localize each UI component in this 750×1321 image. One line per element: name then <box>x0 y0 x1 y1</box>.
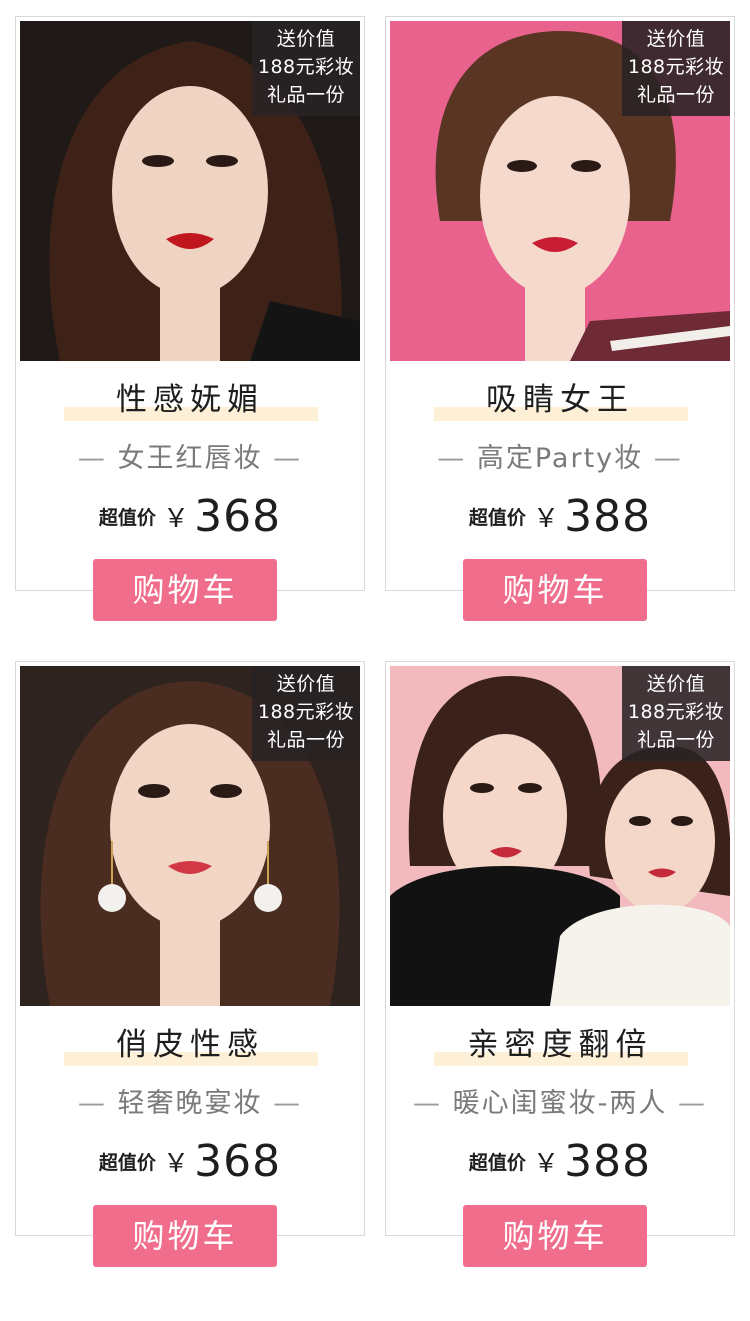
product-title: 吸睛女王 <box>486 382 634 418</box>
product-photo[interactable]: 送价值 188元彩妆 礼品一份 <box>390 666 730 1006</box>
product-card-2: 送价值 188元彩妆 礼品一份 吸睛女王 — 高定Party妆 — 超值价 ￥ … <box>385 16 735 591</box>
product-subtitle: — 女王红唇妆 — <box>16 441 364 477</box>
currency-symbol: ￥ <box>533 1149 560 1179</box>
product-photo[interactable]: 送价值 188元彩妆 礼品一份 <box>390 21 730 361</box>
product-card-4: 送价值 188元彩妆 礼品一份 亲密度翻倍 — 暖心闺蜜妆-两人 — 超值价 ￥… <box>385 661 735 1236</box>
price-value: 368 <box>194 1136 282 1187</box>
dash-left-icon: — <box>77 443 118 474</box>
product-title: 亲密度翻倍 <box>467 1027 653 1063</box>
price-label: 超值价 <box>98 507 156 529</box>
gift-line: 188元彩妆 <box>627 701 725 723</box>
title-block: 吸睛女王 <box>386 377 734 423</box>
product-photo[interactable]: 送价值 188元彩妆 礼品一份 <box>20 21 360 361</box>
gift-line: 送价值 <box>646 673 706 695</box>
add-to-cart-button[interactable]: 购物车 <box>463 559 647 621</box>
price-row: 超值价 ￥ 388 <box>386 1136 734 1187</box>
price-value: 388 <box>564 491 652 542</box>
gift-line: 送价值 <box>276 28 336 50</box>
subtitle-text: 暖心闺蜜妆-两人 <box>452 1088 668 1119</box>
currency-symbol: ￥ <box>163 1149 190 1179</box>
gift-line: 送价值 <box>646 28 706 50</box>
title-block: 亲密度翻倍 <box>386 1022 734 1068</box>
gift-line: 188元彩妆 <box>257 701 355 723</box>
gift-line: 188元彩妆 <box>627 56 725 78</box>
product-title: 性感妩媚 <box>116 382 264 418</box>
dash-left-icon: — <box>77 1088 118 1119</box>
add-to-cart-button[interactable]: 购物车 <box>93 559 277 621</box>
product-photo[interactable]: 送价值 188元彩妆 礼品一份 <box>20 666 360 1006</box>
gift-line: 送价值 <box>276 673 336 695</box>
product-card-1: 送价值 188元彩妆 礼品一份 性感妩媚 — 女王红唇妆 — 超值价 ￥ 368 <box>15 16 365 591</box>
product-subtitle: — 轻奢晚宴妆 — <box>16 1086 364 1122</box>
product-title: 俏皮性感 <box>116 1027 264 1063</box>
price-label: 超值价 <box>98 1152 156 1174</box>
gift-badge: 送价值 188元彩妆 礼品一份 <box>622 666 730 761</box>
gift-badge: 送价值 188元彩妆 礼品一份 <box>252 21 360 116</box>
title-block: 性感妩媚 <box>16 377 364 423</box>
price-label: 超值价 <box>468 1152 526 1174</box>
gift-line: 礼品一份 <box>636 729 715 751</box>
add-to-cart-button[interactable]: 购物车 <box>93 1205 277 1267</box>
price-value: 368 <box>194 491 282 542</box>
currency-symbol: ￥ <box>533 504 560 534</box>
subtitle-text: 女王红唇妆 <box>117 443 263 474</box>
product-subtitle: — 暖心闺蜜妆-两人 — <box>386 1086 734 1122</box>
gift-badge: 送价值 188元彩妆 礼品一份 <box>252 666 360 761</box>
gift-line: 礼品一份 <box>266 84 345 106</box>
product-card-3: 送价值 188元彩妆 礼品一份 俏皮性感 — 轻奢晚宴妆 — 超值价 ￥ 368 <box>15 661 365 1236</box>
subtitle-text: 轻奢晚宴妆 <box>117 1088 263 1119</box>
price-label: 超值价 <box>468 507 526 529</box>
title-block: 俏皮性感 <box>16 1022 364 1068</box>
dash-right-icon: — <box>643 443 683 474</box>
gift-line: 礼品一份 <box>266 729 345 751</box>
dash-right-icon: — <box>667 1088 707 1119</box>
gift-badge: 送价值 188元彩妆 礼品一份 <box>622 21 730 116</box>
price-row: 超值价 ￥ 388 <box>386 491 734 542</box>
currency-symbol: ￥ <box>163 504 190 534</box>
subtitle-text: 高定Party妆 <box>476 443 644 474</box>
price-value: 388 <box>564 1136 652 1187</box>
gift-line: 188元彩妆 <box>257 56 355 78</box>
product-subtitle: — 高定Party妆 — <box>386 441 734 477</box>
dash-left-icon: — <box>413 1088 453 1119</box>
price-row: 超值价 ￥ 368 <box>16 1136 364 1187</box>
add-to-cart-button[interactable]: 购物车 <box>463 1205 647 1267</box>
dash-left-icon: — <box>437 443 477 474</box>
dash-right-icon: — <box>262 443 303 474</box>
gift-line: 礼品一份 <box>636 84 715 106</box>
dash-right-icon: — <box>262 1088 303 1119</box>
price-row: 超值价 ￥ 368 <box>16 491 364 542</box>
